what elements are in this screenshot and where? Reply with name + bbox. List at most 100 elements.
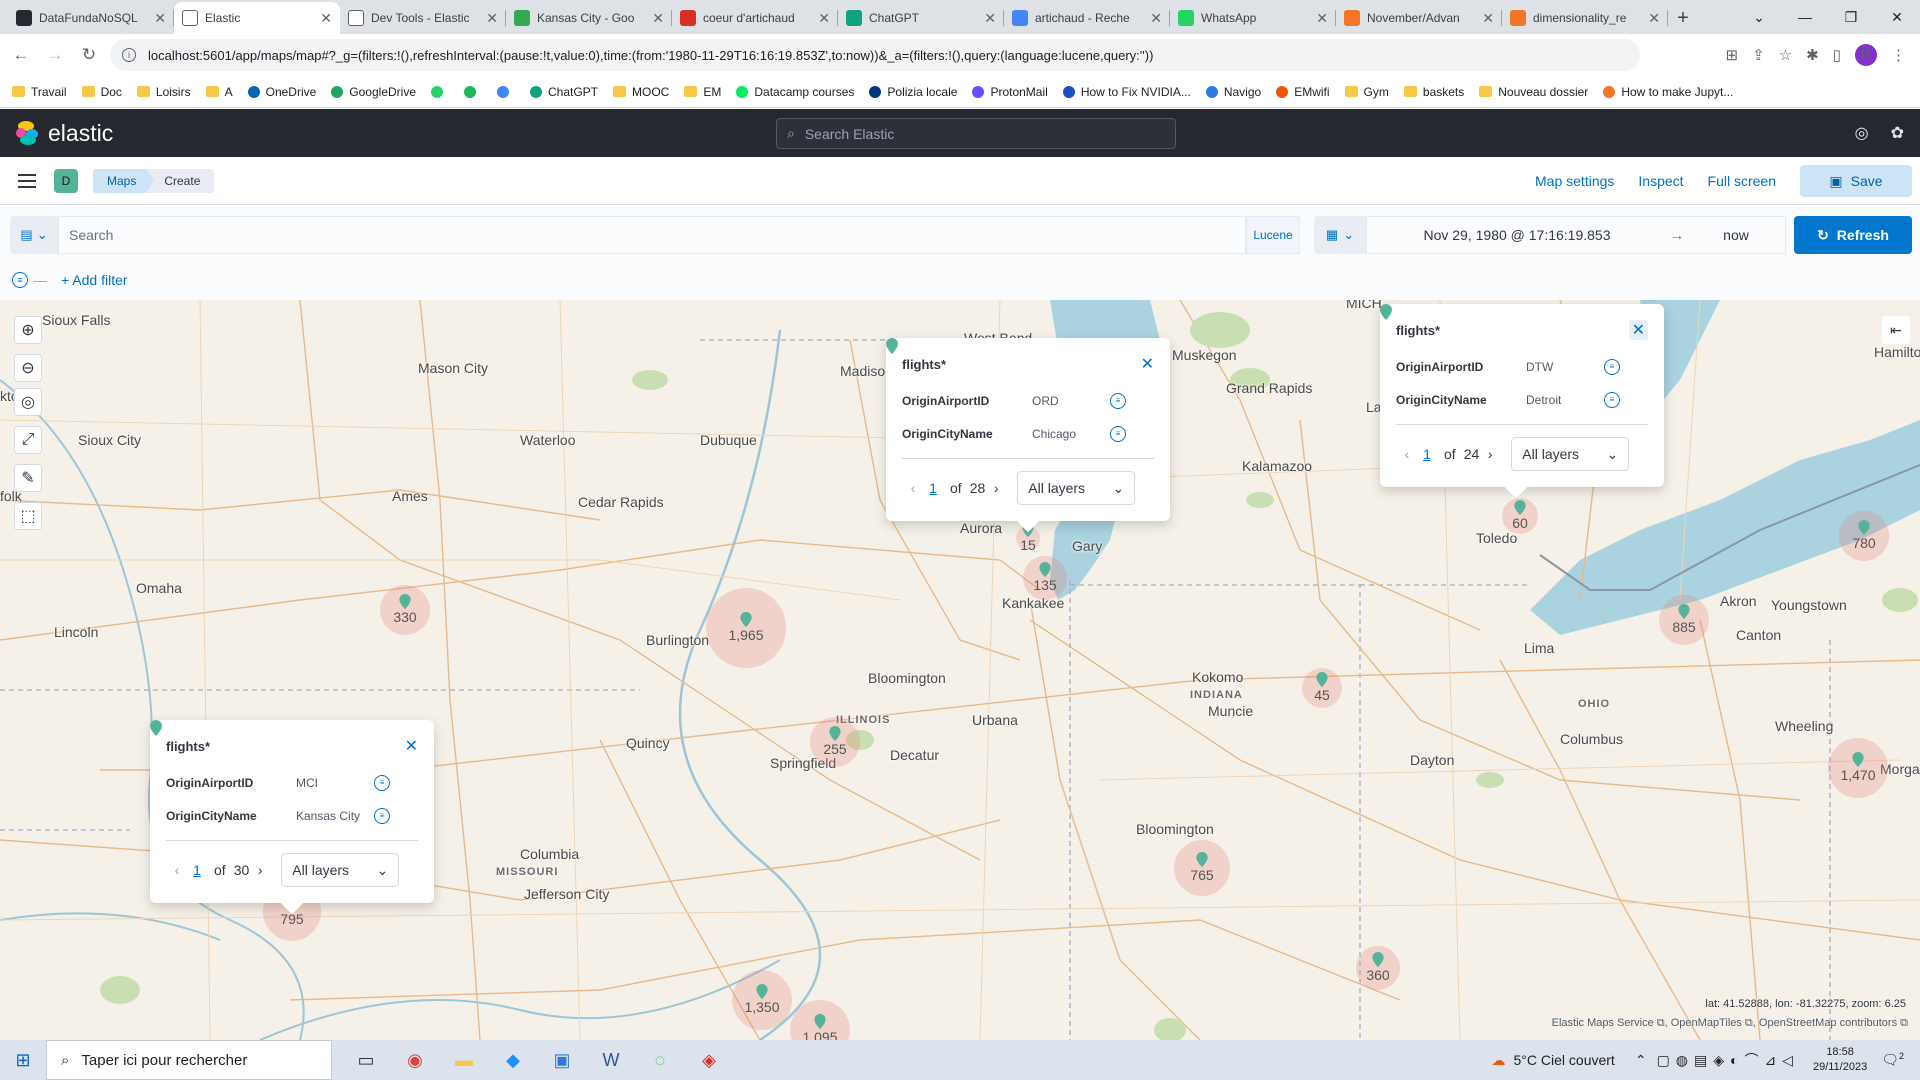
- bookmark-star-icon[interactable]: ☆: [1779, 46, 1792, 64]
- close-tab-icon[interactable]: ✕: [1648, 10, 1660, 27]
- prev-page-icon[interactable]: ‹: [1396, 446, 1418, 462]
- menu-toggle-icon[interactable]: [18, 173, 36, 188]
- close-tab-icon[interactable]: ✕: [652, 10, 664, 27]
- browser-tab[interactable]: November/Advan ✕: [1336, 2, 1502, 34]
- bookmark-folder[interactable]: MOOC: [613, 85, 669, 99]
- back-icon[interactable]: ←: [8, 45, 34, 65]
- page-current[interactable]: 1: [924, 480, 942, 496]
- minimize-icon[interactable]: —: [1782, 0, 1828, 34]
- bookmark-link[interactable]: How to make Jupyt...: [1603, 85, 1733, 99]
- bookmark-link[interactable]: ProtonMail: [972, 85, 1048, 99]
- filter-by-value-icon[interactable]: ≡: [1604, 358, 1620, 375]
- end-date[interactable]: now: [1687, 227, 1785, 243]
- bookmark-link[interactable]: Datacamp courses: [736, 85, 854, 99]
- bookmark-folder[interactable]: EM: [684, 85, 721, 99]
- filter-by-value-icon[interactable]: ≡: [374, 807, 390, 824]
- cluster-marker[interactable]: 60: [1502, 498, 1538, 534]
- save-button[interactable]: ▣ Save: [1800, 165, 1912, 197]
- bookmark-link[interactable]: OneDrive: [247, 85, 316, 99]
- bookmark-link[interactable]: [464, 85, 482, 98]
- prev-page-icon[interactable]: ‹: [902, 480, 924, 496]
- close-icon[interactable]: ✕: [405, 736, 418, 756]
- bookmark-link[interactable]: [497, 85, 515, 98]
- bookmark-link[interactable]: [431, 85, 449, 98]
- draw-shape-icon[interactable]: ✎: [14, 464, 42, 492]
- bookmark-link[interactable]: Navigo: [1205, 85, 1261, 99]
- filter-options-icon[interactable]: ≡: [12, 272, 28, 288]
- bookmark-folder[interactable]: Travail: [12, 85, 67, 99]
- cluster-marker[interactable]: 1,350: [732, 970, 792, 1030]
- elastic-logo[interactable]: elastic: [16, 120, 113, 147]
- cluster-marker[interactable]: 255: [810, 717, 860, 767]
- next-page-icon[interactable]: ›: [985, 480, 1007, 496]
- weather-text[interactable]: 5°C Ciel couvert: [1514, 1052, 1615, 1068]
- saved-query-button[interactable]: ▤ ⌄: [10, 216, 58, 254]
- filter-by-value-icon[interactable]: ≡: [374, 774, 390, 791]
- map-settings-link[interactable]: Map settings: [1535, 173, 1614, 189]
- browser-tab[interactable]: Dev Tools - Elastic ✕: [340, 2, 506, 34]
- bookmark-folder[interactable]: Nouveau dossier: [1479, 85, 1588, 99]
- bookmark-link[interactable]: EMwifi: [1276, 85, 1330, 99]
- app-blue-icon[interactable]: ◆: [497, 1044, 529, 1076]
- forward-icon[interactable]: →: [42, 45, 68, 65]
- browser-tab[interactable]: ChatGPT ✕: [838, 2, 1004, 34]
- cluster-marker[interactable]: 885: [1659, 595, 1709, 645]
- taskbar-search-input[interactable]: ⌕ Taper ici pour rechercher: [46, 1040, 332, 1080]
- browser-tab[interactable]: coeur d'artichaud ✕: [672, 2, 838, 34]
- query-input[interactable]: Search: [58, 216, 1246, 254]
- cluster-marker[interactable]: 135: [1023, 556, 1067, 600]
- page-current[interactable]: 1: [188, 862, 206, 878]
- filter-by-value-icon[interactable]: ≡: [1604, 391, 1620, 408]
- bookmark-folder[interactable]: Doc: [81, 85, 122, 99]
- browser-tab[interactable]: Kansas City - Goo ✕: [506, 2, 672, 34]
- browser-tab[interactable]: Elastic ✕: [174, 2, 340, 34]
- cluster-marker[interactable]: 45: [1302, 668, 1342, 708]
- full-screen-link[interactable]: Full screen: [1708, 173, 1776, 189]
- notification-icon[interactable]: 🗨2: [1881, 1051, 1904, 1069]
- space-avatar[interactable]: D: [54, 168, 78, 193]
- browser-tab[interactable]: DataFundaNoSQL ✕: [8, 2, 174, 34]
- close-tab-icon[interactable]: ✕: [1482, 10, 1494, 27]
- cluster-marker[interactable]: 360: [1356, 946, 1400, 990]
- news-feed-icon[interactable]: ✿: [1891, 123, 1904, 143]
- weather-icon[interactable]: ☁: [1492, 1052, 1506, 1069]
- filter-by-value-icon[interactable]: ≡: [1110, 425, 1126, 442]
- extensions-icon[interactable]: ✱: [1806, 46, 1819, 64]
- chrome-icon[interactable]: ◉: [399, 1044, 431, 1076]
- app-red-icon[interactable]: ◈: [693, 1044, 725, 1076]
- close-tab-icon[interactable]: ✕: [1150, 10, 1162, 27]
- set-view-icon[interactable]: ◎: [14, 388, 42, 416]
- close-icon[interactable]: ✕: [1628, 320, 1648, 340]
- zoom-out-icon[interactable]: ⊖: [14, 354, 42, 382]
- bookmark-folder[interactable]: baskets: [1403, 85, 1464, 99]
- maximize-icon[interactable]: ❐: [1828, 0, 1874, 34]
- close-tab-icon[interactable]: ✕: [154, 10, 166, 27]
- map-attribution[interactable]: Elastic Maps Service ⧉, OpenMapTiles ⧉, …: [1552, 1017, 1908, 1030]
- app-photos-icon[interactable]: ▣: [546, 1044, 578, 1076]
- close-tab-icon[interactable]: ✕: [984, 10, 996, 27]
- next-page-icon[interactable]: ›: [249, 862, 271, 878]
- site-info-icon[interactable]: i: [122, 48, 136, 62]
- menu-kebab-icon[interactable]: ⋮: [1891, 46, 1906, 64]
- page-current[interactable]: 1: [1418, 446, 1436, 462]
- new-tab-button[interactable]: +: [1668, 2, 1698, 34]
- cluster-marker[interactable]: 780: [1839, 511, 1889, 561]
- layer-control-icon[interactable]: ⇤: [1882, 316, 1910, 344]
- bookmark-link[interactable]: ChatGPT: [530, 85, 598, 99]
- draw-bounds-icon[interactable]: ⬚: [14, 502, 42, 530]
- share-icon[interactable]: ⇪: [1752, 46, 1765, 64]
- close-tab-icon[interactable]: ✕: [486, 10, 498, 27]
- close-tab-icon[interactable]: ✕: [320, 10, 332, 27]
- map-canvas[interactable]: Sioux Falls Mason City Madison Muskegon Gran…: [0, 300, 1920, 1040]
- bookmark-link[interactable]: GoogleDrive: [331, 85, 416, 99]
- sidepanel-icon[interactable]: ▯: [1833, 46, 1841, 64]
- reload-icon[interactable]: ↻: [76, 45, 102, 65]
- quick-date-button[interactable]: ▦ ⌄: [1314, 216, 1366, 254]
- add-filter-button[interactable]: + Add filter: [61, 272, 128, 288]
- profile-avatar[interactable]: R: [1855, 44, 1877, 66]
- browser-tab[interactable]: dimensionality_re ✕: [1502, 2, 1668, 34]
- fit-bounds-icon[interactable]: ⤢: [14, 426, 42, 454]
- close-window-icon[interactable]: ✕: [1874, 0, 1920, 34]
- global-search-input[interactable]: ⌕ Search Elastic: [776, 118, 1176, 149]
- app-ring-icon[interactable]: ◌: [644, 1044, 676, 1076]
